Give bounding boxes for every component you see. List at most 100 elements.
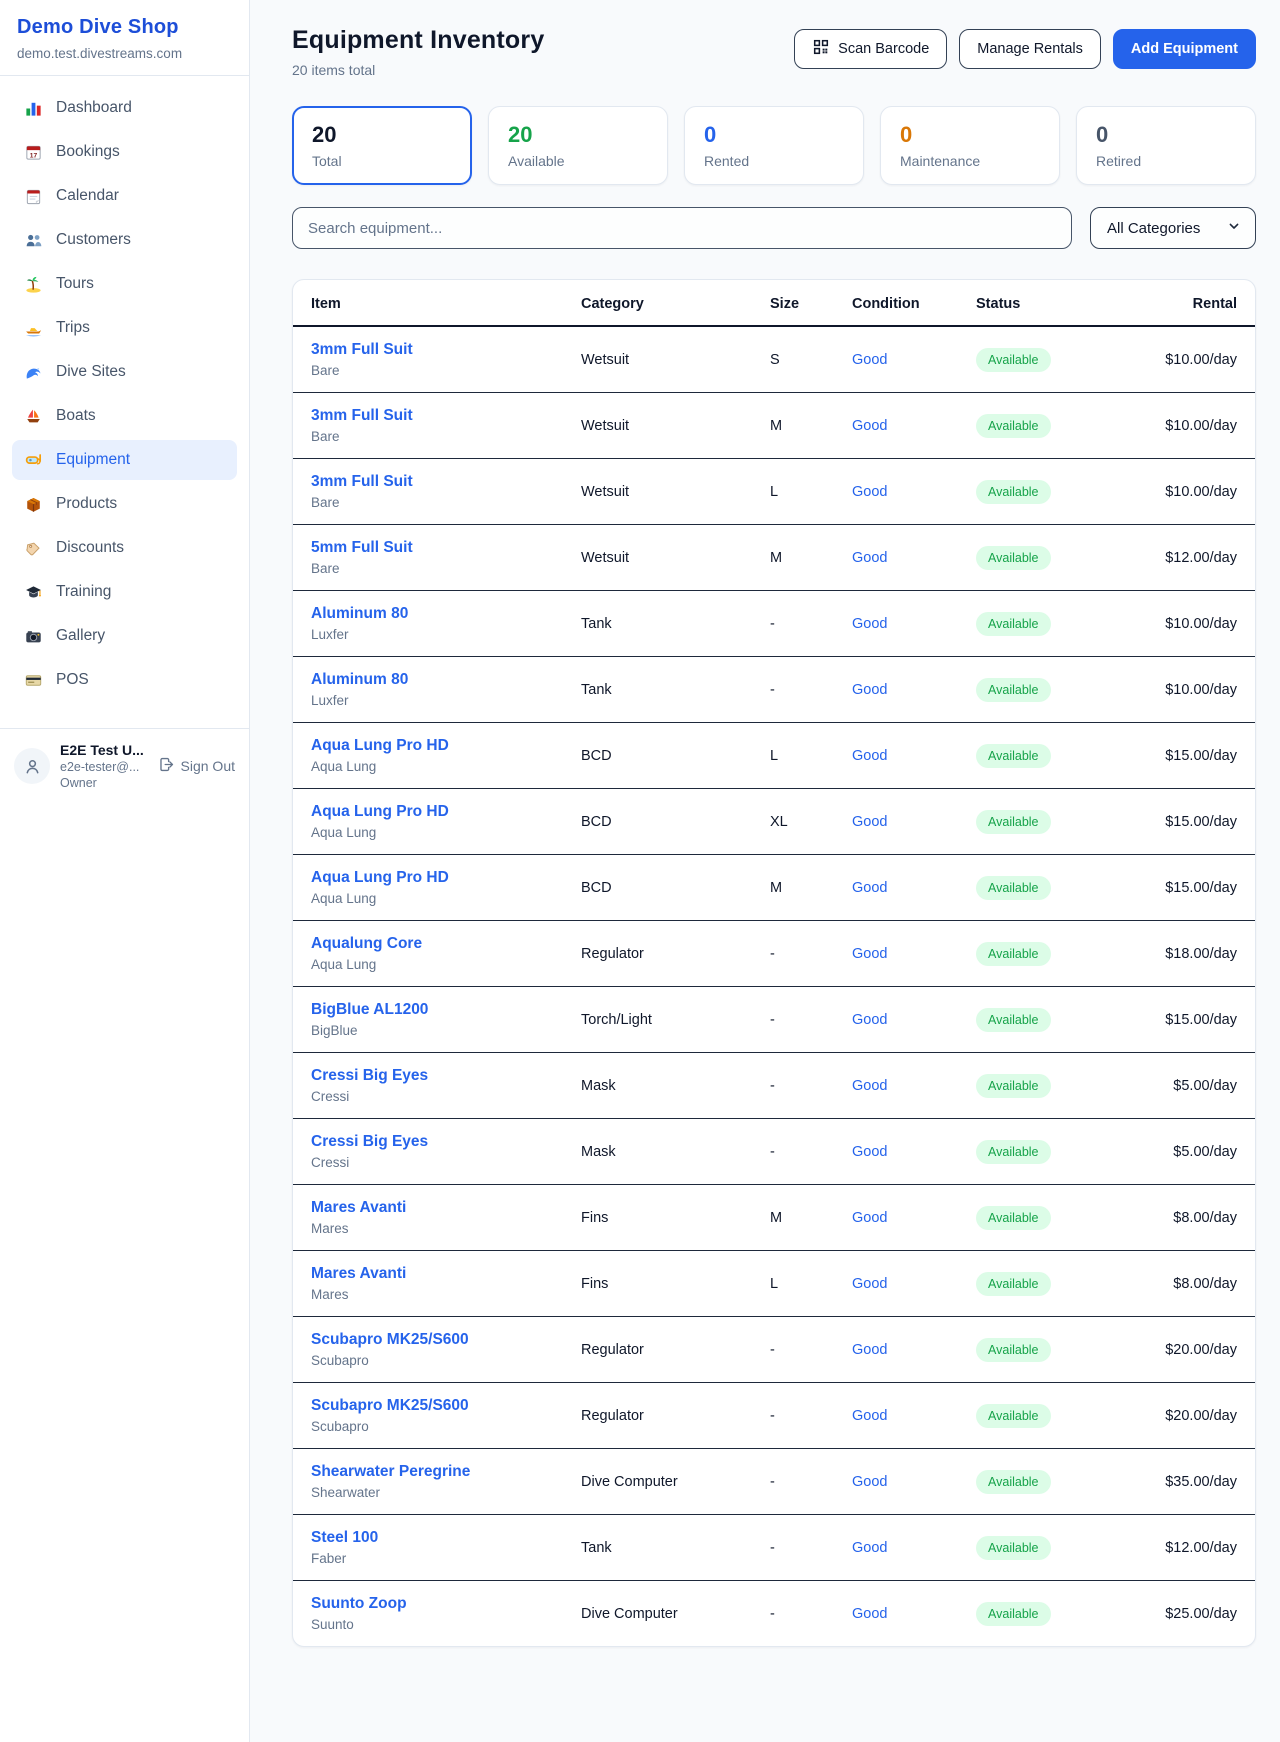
condition-cell: Good bbox=[844, 789, 968, 855]
item-name-link[interactable]: Cressi Big Eyes bbox=[311, 1133, 565, 1151]
condition-link[interactable]: Good bbox=[852, 946, 887, 962]
item-cell: Aqua Lung Pro HDAqua Lung bbox=[293, 723, 573, 789]
stat-label: Available bbox=[508, 153, 648, 169]
condition-link[interactable]: Good bbox=[852, 1408, 887, 1424]
sign-out-button[interactable]: Sign Out bbox=[158, 756, 235, 776]
category-cell: BCD bbox=[573, 855, 762, 921]
item-name-link[interactable]: Suunto Zoop bbox=[311, 1595, 565, 1613]
item-name-link[interactable]: 5mm Full Suit bbox=[311, 539, 565, 557]
item-cell: Aqua Lung Pro HDAqua Lung bbox=[293, 855, 573, 921]
sidebar-item-dive-sites[interactable]: Dive Sites bbox=[12, 352, 237, 392]
condition-cell: Good bbox=[844, 855, 968, 921]
item-cell: Steel 100 Faber bbox=[293, 1515, 573, 1581]
item-name-link[interactable]: 3mm Full Suit bbox=[311, 407, 565, 425]
column-header-category: Category bbox=[573, 280, 762, 326]
add-equipment-button[interactable]: Add Equipment bbox=[1113, 29, 1256, 69]
item-name-link[interactable]: Scubapro MK25/S600 bbox=[311, 1331, 565, 1349]
sidebar-item-tours[interactable]: Tours bbox=[12, 264, 237, 304]
condition-link[interactable]: Good bbox=[852, 814, 887, 830]
item-name-link[interactable]: 3mm Full Suit bbox=[311, 341, 565, 359]
category-cell: Mask bbox=[573, 1119, 762, 1185]
sidebar-item-pos[interactable]: POS bbox=[12, 660, 237, 700]
item-name-link[interactable]: Steel 100 bbox=[311, 1529, 565, 1547]
condition-link[interactable]: Good bbox=[852, 1606, 887, 1622]
item-name-link[interactable]: 3mm Full Suit bbox=[311, 473, 565, 491]
item-name-link[interactable]: Aqua Lung Pro HD bbox=[311, 869, 565, 887]
people-icon bbox=[23, 230, 43, 250]
condition-link[interactable]: Good bbox=[852, 748, 887, 764]
category-cell: Wetsuit bbox=[573, 326, 762, 393]
condition-link[interactable]: Good bbox=[852, 1342, 887, 1358]
item-name-link[interactable]: Cressi Big Eyes bbox=[311, 1067, 565, 1085]
sidebar: Demo Dive Shop demo.test.divestreams.com… bbox=[0, 0, 250, 1742]
item-cell: Mares AvantiMares bbox=[293, 1185, 573, 1251]
condition-link[interactable]: Good bbox=[852, 1078, 887, 1094]
category-select-value: All Categories bbox=[1107, 220, 1200, 237]
condition-link[interactable]: Good bbox=[852, 418, 887, 434]
item-name-link[interactable]: Scubapro MK25/S600 bbox=[311, 1397, 565, 1415]
condition-link[interactable]: Good bbox=[852, 550, 887, 566]
sidebar-item-bookings[interactable]: 17Bookings bbox=[12, 132, 237, 172]
item-cell: Aqualung CoreAqua Lung bbox=[293, 921, 573, 987]
sidebar-item-training[interactable]: Training bbox=[12, 572, 237, 612]
status-badge: Available bbox=[976, 810, 1051, 834]
condition-link[interactable]: Good bbox=[852, 352, 887, 368]
sidebar-item-gallery[interactable]: Gallery bbox=[12, 616, 237, 656]
stat-card-total[interactable]: 20Total bbox=[292, 106, 472, 185]
manage-rentals-button[interactable]: Manage Rentals bbox=[959, 29, 1101, 69]
item-name-link[interactable]: Aluminum 80 bbox=[311, 605, 565, 623]
rental-cell: $15.00/day bbox=[1128, 855, 1255, 921]
stat-card-maintenance[interactable]: 0Maintenance bbox=[880, 106, 1060, 185]
item-brand: Faber bbox=[311, 1551, 565, 1566]
condition-cell: Good bbox=[844, 525, 968, 591]
size-cell: S bbox=[762, 326, 844, 393]
category-select[interactable]: All Categories bbox=[1090, 207, 1256, 249]
size-cell: M bbox=[762, 393, 844, 459]
stat-card-retired[interactable]: 0Retired bbox=[1076, 106, 1256, 185]
condition-link[interactable]: Good bbox=[852, 682, 887, 698]
condition-link[interactable]: Good bbox=[852, 1540, 887, 1556]
condition-link[interactable]: Good bbox=[852, 1012, 887, 1028]
sidebar-item-trips[interactable]: Trips bbox=[12, 308, 237, 348]
item-name-link[interactable]: Aqua Lung Pro HD bbox=[311, 737, 565, 755]
item-name-link[interactable]: Aqua Lung Pro HD bbox=[311, 803, 565, 821]
sidebar-item-discounts[interactable]: Discounts bbox=[12, 528, 237, 568]
search-input[interactable] bbox=[292, 207, 1072, 249]
status-badge: Available bbox=[976, 414, 1051, 438]
condition-link[interactable]: Good bbox=[852, 1210, 887, 1226]
rental-cell: $10.00/day bbox=[1128, 393, 1255, 459]
calendar-pad-icon bbox=[23, 186, 43, 206]
size-cell: L bbox=[762, 723, 844, 789]
sidebar-item-equipment[interactable]: Equipment bbox=[12, 440, 237, 480]
condition-link[interactable]: Good bbox=[852, 1144, 887, 1160]
brand-name[interactable]: Demo Dive Shop bbox=[17, 16, 233, 39]
condition-link[interactable]: Good bbox=[852, 880, 887, 896]
sidebar-item-products[interactable]: Products bbox=[12, 484, 237, 524]
stat-card-rented[interactable]: 0Rented bbox=[684, 106, 864, 185]
stat-card-available[interactable]: 20Available bbox=[488, 106, 668, 185]
condition-link[interactable]: Good bbox=[852, 616, 887, 632]
status-cell: Available bbox=[968, 1317, 1128, 1383]
item-name-link[interactable]: BigBlue AL1200 bbox=[311, 1001, 565, 1019]
category-cell: BCD bbox=[573, 789, 762, 855]
scan-barcode-button[interactable]: Scan Barcode bbox=[794, 29, 947, 69]
item-name-link[interactable]: Aluminum 80 bbox=[311, 671, 565, 689]
condition-link[interactable]: Good bbox=[852, 484, 887, 500]
item-name-link[interactable]: Mares Avanti bbox=[311, 1199, 565, 1217]
dive-mask-icon bbox=[23, 450, 43, 470]
condition-cell: Good bbox=[844, 921, 968, 987]
item-brand: Bare bbox=[311, 429, 565, 444]
item-name-link[interactable]: Aqualung Core bbox=[311, 935, 565, 953]
sidebar-item-customers[interactable]: Customers bbox=[12, 220, 237, 260]
sidebar-item-dashboard[interactable]: Dashboard bbox=[12, 88, 237, 128]
item-name-link[interactable]: Mares Avanti bbox=[311, 1265, 565, 1283]
category-cell: Regulator bbox=[573, 921, 762, 987]
sidebar-item-boats[interactable]: Boats bbox=[12, 396, 237, 436]
status-cell: Available bbox=[968, 855, 1128, 921]
condition-link[interactable]: Good bbox=[852, 1276, 887, 1292]
condition-link[interactable]: Good bbox=[852, 1474, 887, 1490]
item-name-link[interactable]: Shearwater Peregrine bbox=[311, 1463, 565, 1481]
size-cell: - bbox=[762, 1383, 844, 1449]
sidebar-item-calendar[interactable]: Calendar bbox=[12, 176, 237, 216]
equipment-table-card: ItemCategorySizeConditionStatusRental 3m… bbox=[292, 279, 1256, 1647]
